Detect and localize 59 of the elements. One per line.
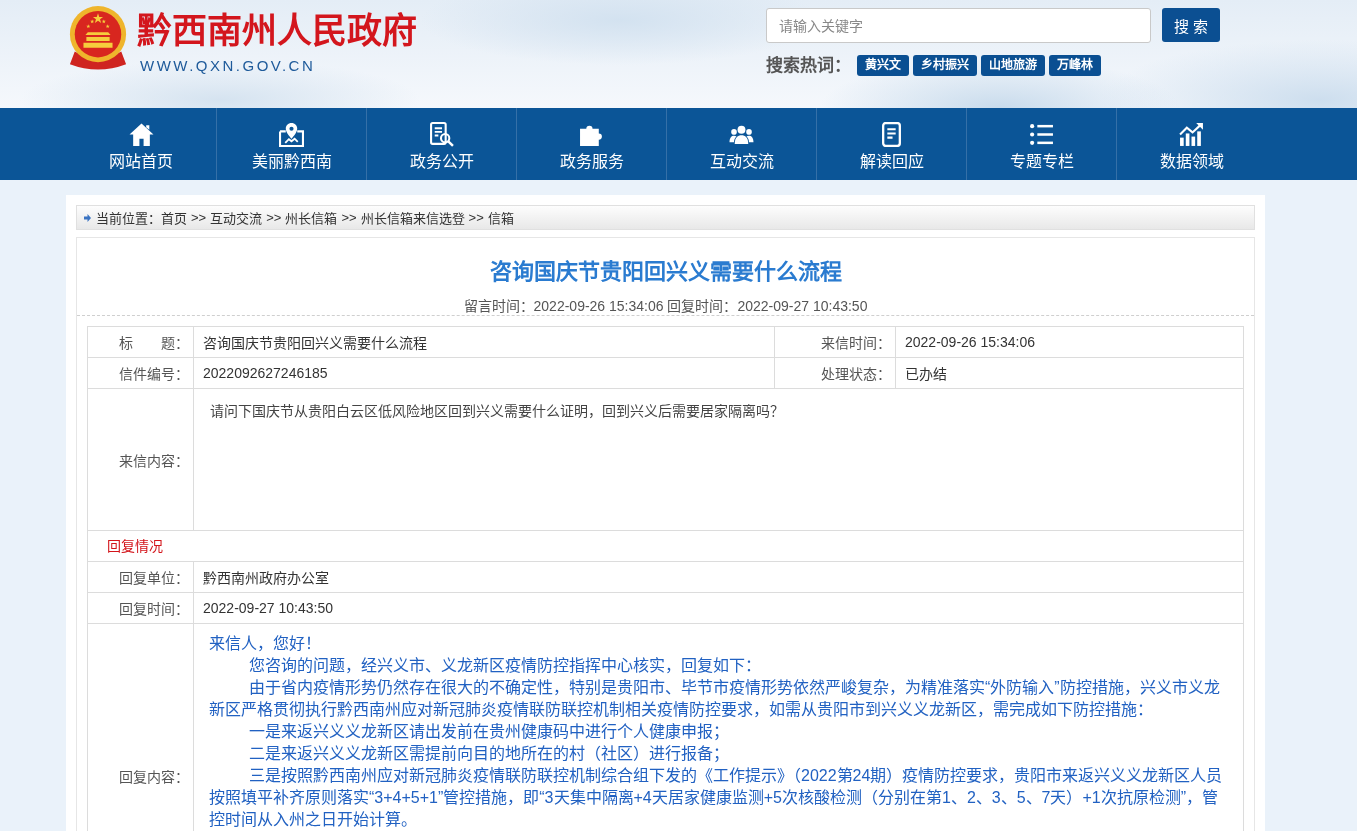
reply-paragraph: 您咨询的问题，经兴义市、义龙新区疫情防控指挥中心核实，回复如下： — [248, 656, 762, 676]
breadcrumb-separator: >> — [266, 210, 282, 225]
nav-item[interactable]: 美丽黔西南 — [216, 108, 366, 180]
list-icon — [1029, 122, 1054, 147]
nav-item[interactable]: 互动交流 — [666, 108, 816, 180]
site-url: WWW.QXN.GOV.CN — [140, 57, 317, 75]
breadcrumb-separator: >> — [341, 210, 357, 225]
reply-paragraph: 二是来返兴义义龙新区需提前向目的地所在的村（社区）进行报备； — [248, 744, 730, 764]
breadcrumb-link[interactable]: 州长信箱 — [285, 208, 338, 227]
reply-paragraph: 一是来返兴义义龙新区请出发前在贵州健康码中进行个人健康申报； — [248, 722, 730, 742]
hot-word-tag[interactable]: 乡村振兴 — [913, 55, 977, 76]
letter-meta: 留言时间：2022-09-26 15:34:06 回复时间：2022-09-27 10:43:50 — [462, 297, 869, 315]
field-label: 回复单位： — [88, 562, 193, 592]
field-value: 2022092627246185 — [194, 358, 774, 388]
breadcrumb-label: 当前位置： — [96, 210, 161, 227]
field-label: 回复内容： — [88, 624, 193, 831]
breadcrumb-link[interactable]: 信箱 — [487, 208, 514, 227]
emblem-icon — [67, 5, 129, 71]
search-field[interactable]: 请输入关键字 — [766, 8, 1151, 43]
letter-text: 请问下国庆节从贵阳白云区低风险地区回到兴义需要什么证明，回到兴义后需要居家隔离吗？ — [210, 402, 785, 421]
field-value: 2022-09-26 15:34:06 — [896, 327, 1243, 357]
breadcrumb-separator: >> — [191, 210, 207, 225]
field-value: 已办结 — [896, 358, 1243, 388]
field-value: 黔西南州政府办公室 — [194, 562, 1243, 592]
nav-item[interactable]: 政务公开 — [366, 108, 516, 180]
breadcrumb-separator: >> — [468, 210, 484, 225]
hot-word-tag[interactable]: 山地旅游 — [981, 55, 1045, 76]
field-label: 信件编号： — [88, 358, 193, 388]
bar-chart-icon — [1179, 122, 1204, 147]
document-icon — [879, 122, 904, 147]
breadcrumb-link[interactable]: 州长信箱来信选登 — [360, 208, 465, 227]
arrow-icon — [84, 213, 91, 222]
reply-paragraph: 三是按照黔西南州应对新冠肺炎疫情联防联控机制综合组下发的《工作提示》（2022第24期）疫情防控要求，贵阳市来返兴义义龙新区人员按照填平补齐原则落实“3+4+5+1”管控措施，即“3天集中隔离+4天居家健康监测+5次核酸检测（分别在第1、2、3、5、7天）+1次抗原检测”，管控时间从入州之日开始计算。 — [209, 766, 1224, 830]
hot-words-label: 搜索热词： — [766, 55, 851, 76]
nav-item[interactable]: 解读回应 — [816, 108, 966, 180]
nav-item[interactable]: 网站首页 — [66, 108, 216, 180]
section-heading: 回复情况 — [88, 531, 1243, 561]
map-pin-icon — [279, 122, 304, 147]
nav-item[interactable]: 数据领域 — [1116, 108, 1266, 180]
field-label: 回复时间： — [88, 593, 193, 623]
search-button[interactable]: 搜 索 — [1162, 8, 1220, 42]
breadcrumb-link[interactable]: 首页 — [161, 208, 187, 227]
hot-word-tag[interactable]: 黄兴文 — [857, 55, 909, 76]
field-label: 处理状态： — [775, 358, 895, 388]
field-label: 来信时间： — [775, 327, 895, 357]
letter-title: 咨询国庆节贵阳回兴义需要什么流程 — [488, 258, 843, 286]
field-label: 来信内容： — [88, 389, 193, 530]
field-value: 2022-09-27 10:43:50 — [194, 593, 1243, 623]
document-search-icon — [429, 122, 454, 147]
nav-item[interactable]: 专题专栏 — [966, 108, 1116, 180]
breadcrumb-link[interactable]: 互动交流 — [210, 208, 263, 227]
hot-word-tag[interactable]: 万峰林 — [1049, 55, 1101, 76]
nav-item[interactable]: 政务服务 — [516, 108, 666, 180]
reply-paragraph: 由于省内疫情形势仍然存在很大的不确定性，特别是贵阳市、毕节市疫情形势依然严峻复杂，为精准落实“外防输入”防控措施，兴义市义龙新区严格贯彻执行黔西南州应对新冠肺炎疫情联防联控机制相关疫情防控要求，如需从贵阳市到兴义义龙新区，需完成如下防控措施： — [209, 678, 1221, 720]
house-icon — [128, 122, 154, 147]
site-title: 黔西南州人民政府 — [137, 10, 417, 52]
reply-greeting: 来信人，您好！ — [209, 634, 322, 654]
field-label: 标 题： — [88, 327, 193, 357]
field-value: 咨询国庆节贵阳回兴义需要什么流程 — [194, 327, 774, 357]
